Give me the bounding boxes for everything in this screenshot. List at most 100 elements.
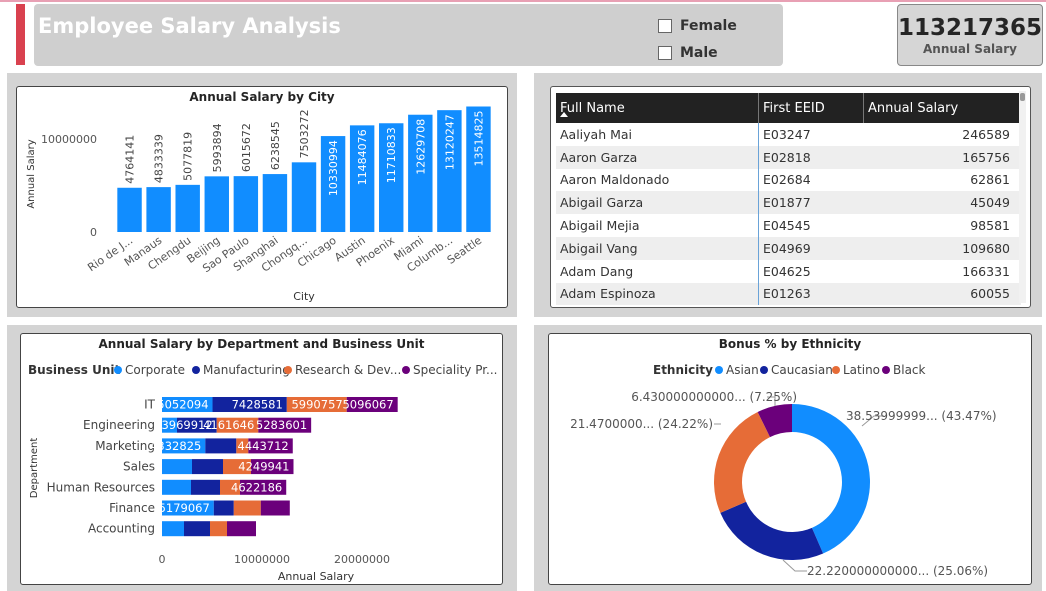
data-label: 4443712 bbox=[238, 439, 289, 453]
bar bbox=[291, 162, 317, 232]
employee-table: Full Name First EEID Annual Salary Aaliy… bbox=[556, 93, 1021, 306]
y-tick-label: IT bbox=[144, 398, 156, 412]
column-header-salary[interactable]: Annual Salary bbox=[864, 93, 1014, 123]
bar-segment bbox=[162, 521, 184, 537]
employee-table-card[interactable]: Full Name First EEID Annual Salary Aaliy… bbox=[550, 86, 1031, 308]
data-label: 6238545 bbox=[269, 121, 282, 170]
bar bbox=[146, 187, 171, 232]
table-cell: Abigail Mejia bbox=[556, 214, 759, 237]
gender-slicer: Female Male bbox=[658, 12, 737, 66]
donut-slice bbox=[714, 411, 770, 513]
table-row[interactable]: Abigail Garza E01877 45049 bbox=[556, 191, 1021, 215]
data-label: 4764141 bbox=[124, 135, 137, 184]
data-label: 11710833 bbox=[385, 127, 398, 183]
bar-segment bbox=[213, 500, 234, 516]
bar-segment bbox=[184, 521, 210, 537]
table-cell: Abigail Garza bbox=[556, 191, 759, 215]
column-header-eeid[interactable]: First EEID bbox=[759, 93, 864, 123]
table-cell: E04969 bbox=[763, 240, 811, 256]
scrollbar-thumb[interactable] bbox=[1020, 93, 1025, 101]
bar-segment bbox=[260, 500, 290, 516]
kpi-value: 113217365 bbox=[898, 15, 1043, 41]
slice-label: 22.220000000000... (25.06%) bbox=[807, 564, 988, 578]
table-cell: E01877 bbox=[763, 195, 811, 211]
data-label: 4249941 bbox=[238, 460, 289, 474]
legend-label: Caucasian bbox=[771, 363, 833, 377]
bar-segment bbox=[227, 521, 256, 537]
dept-chart-card[interactable]: Annual Salary by Department and Business… bbox=[20, 333, 503, 585]
slice-label: 38.53999999... (43.47%) bbox=[846, 409, 997, 423]
bar bbox=[233, 176, 259, 232]
bar bbox=[175, 184, 200, 232]
table-row[interactable]: Adam Espinoza E01263 60055 bbox=[556, 282, 1021, 306]
table-body: Aaliyah Mai E03247 246589 Aaron Garza E02818… bbox=[556, 123, 1021, 306]
slicer-item-male[interactable]: Male bbox=[658, 39, 737, 66]
donut-slice bbox=[720, 501, 824, 560]
legend-title: Ethnicity bbox=[653, 363, 713, 377]
city-chart-card[interactable]: Annual Salary by City 0 10000000 Annual Sa… bbox=[16, 86, 508, 308]
table-cell: E02684 bbox=[763, 172, 811, 188]
table-row[interactable]: Aaron Garza E02818 165756 bbox=[556, 145, 1021, 169]
y-tick-label: Sales bbox=[123, 460, 155, 474]
table-cell: Abigail Vang bbox=[556, 236, 759, 260]
dept-chart-svg[interactable]: Business Unit Corporate Manufacturing Resea… bbox=[21, 334, 503, 585]
y-tick-label: Engineering bbox=[83, 418, 155, 432]
x-tick-label: 20000000 bbox=[334, 553, 390, 566]
legend-marker bbox=[715, 366, 723, 374]
column-header-full-name[interactable]: Full Name bbox=[556, 93, 759, 123]
table-row[interactable]: Abigail Vang E04969 109680 bbox=[556, 236, 1021, 260]
data-label: 11484076 bbox=[356, 129, 369, 185]
title-accent-bar bbox=[16, 4, 25, 65]
bar-segment bbox=[162, 459, 192, 475]
legend-label: Speciality Pr... bbox=[413, 363, 498, 377]
eth-chart-card[interactable]: Bonus % by Ethnicity Ethnicity Asian Cauca… bbox=[548, 333, 1032, 585]
table-cell: 45049 bbox=[970, 195, 1010, 211]
table-row[interactable]: Abigail Mejia E04545 98581 bbox=[556, 214, 1021, 237]
slice-label: 6.430000000000... (7.25%) bbox=[631, 390, 797, 404]
kpi-card-annual-salary[interactable]: 113217365 Annual Salary bbox=[897, 4, 1043, 66]
bar-segment bbox=[162, 479, 191, 495]
table-cell: 109680 bbox=[962, 240, 1010, 256]
table-row[interactable]: Adam Dang E04625 166331 bbox=[556, 259, 1021, 283]
data-label: 4332825 bbox=[150, 439, 201, 453]
column-header-label: First EEID bbox=[763, 100, 825, 116]
column-header-label: Annual Salary bbox=[868, 100, 959, 116]
kpi-label: Annual Salary bbox=[923, 42, 1017, 56]
legend-label: Black bbox=[893, 363, 926, 377]
x-axis-label: Annual Salary bbox=[278, 570, 355, 583]
table-scrollbar[interactable] bbox=[1019, 91, 1026, 303]
eth-chart-svg[interactable]: Ethnicity Asian Caucasian Latino Black 38.539… bbox=[549, 334, 1032, 585]
legend-label: Manufacturing bbox=[203, 363, 290, 377]
y-tick-label: Marketing bbox=[95, 439, 155, 453]
table-cell: Aaliyah Mai bbox=[556, 123, 759, 146]
table-row[interactable]: Aaron Maldonado E02684 62861 bbox=[556, 168, 1021, 192]
checkbox[interactable] bbox=[658, 18, 672, 33]
bar-segment bbox=[233, 500, 261, 516]
data-label: 4833339 bbox=[153, 134, 166, 183]
checkbox[interactable] bbox=[658, 45, 672, 60]
bar-segment bbox=[192, 459, 223, 475]
city-chart-svg[interactable]: 010000000Annual SalaryCity4764141Rio de … bbox=[17, 87, 508, 308]
y-tick-label: Human Resources bbox=[47, 480, 155, 494]
y-tick-label: Accounting bbox=[88, 522, 155, 536]
x-axis-label: City bbox=[293, 290, 315, 303]
data-label: 5077819 bbox=[182, 132, 195, 181]
slicer-item-female[interactable]: Female bbox=[658, 12, 737, 39]
legend-marker bbox=[760, 366, 768, 374]
legend-label: Asian bbox=[726, 363, 759, 377]
data-label: 5096067 bbox=[342, 398, 393, 412]
legend-title: Business Unit bbox=[28, 363, 120, 377]
data-label: 4161646 bbox=[203, 418, 254, 432]
table-cell: E01263 bbox=[763, 286, 811, 302]
legend-label: Research & Dev... bbox=[295, 363, 401, 377]
table-cell: Adam Espinoza bbox=[556, 282, 759, 306]
legend-marker bbox=[192, 366, 200, 374]
leader-line bbox=[782, 559, 807, 572]
table-row[interactable]: Aaliyah Mai E03247 246589 bbox=[556, 123, 1021, 146]
table-header: Full Name First EEID Annual Salary bbox=[556, 93, 1021, 123]
table-cell: 246589 bbox=[962, 126, 1010, 142]
data-label: 13120247 bbox=[443, 114, 456, 170]
table-cell: E03247 bbox=[763, 126, 811, 142]
slice-label: 21.4700000... (24.22%) bbox=[570, 417, 713, 431]
table-cell: 165756 bbox=[962, 149, 1010, 165]
